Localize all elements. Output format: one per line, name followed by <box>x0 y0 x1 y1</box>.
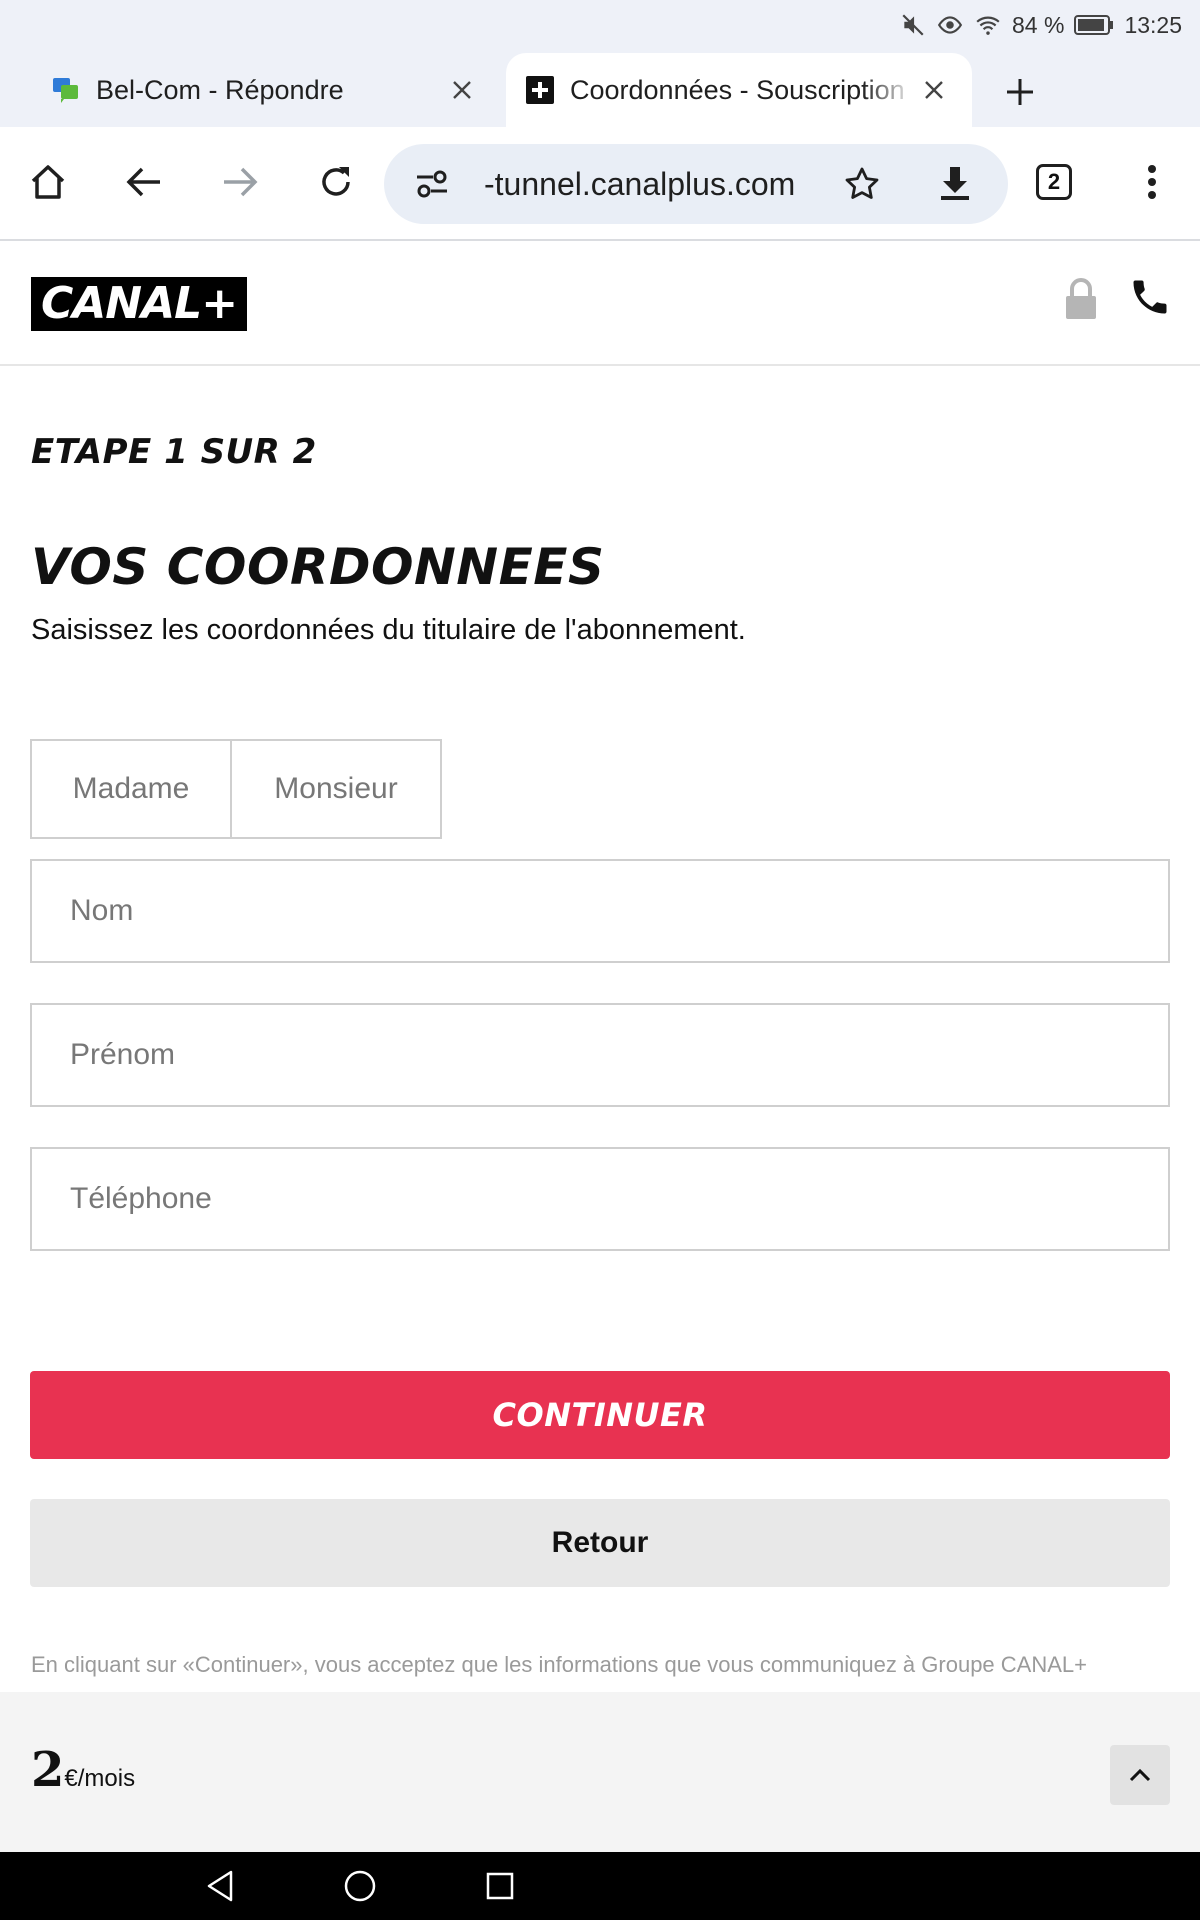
continue-button[interactable]: CONTINUER <box>30 1371 1170 1459</box>
last-name-input[interactable] <box>32 861 1168 961</box>
forward-arrow-icon[interactable] <box>212 154 268 210</box>
canal-favicon-icon <box>526 76 554 104</box>
expand-summary-button[interactable] <box>1110 1745 1170 1805</box>
mute-icon <box>900 12 926 38</box>
download-icon[interactable] <box>932 160 978 206</box>
close-tab-icon[interactable] <box>442 70 482 110</box>
site-settings-icon[interactable] <box>412 164 452 204</box>
civility-option-madame[interactable]: Madame <box>32 741 232 837</box>
back-button[interactable]: Retour <box>30 1499 1170 1587</box>
browser-toolbar: -tunnel.canalplus.com 2 <box>0 127 1200 241</box>
canal-plus-logo[interactable]: CANAL+ <box>31 277 247 331</box>
price-amount: 2 <box>31 1742 65 1798</box>
civility-option-monsieur[interactable]: Monsieur <box>232 741 440 837</box>
chevron-up-icon <box>1129 1768 1151 1782</box>
home-icon[interactable] <box>20 154 76 210</box>
tab-title: Bel-Com - Répondre <box>96 74 344 105</box>
civility-selector: Madame Monsieur <box>30 739 442 839</box>
url-text[interactable]: -tunnel.canalplus.com <box>484 144 814 224</box>
tab-coordonnees[interactable]: Coordonnées - Souscription <box>506 53 972 127</box>
back-arrow-icon[interactable] <box>116 154 172 210</box>
tab-strip: Bel-Com - Répondre Coordonnées - Souscri… <box>0 50 1200 127</box>
last-name-field <box>30 859 1170 963</box>
status-indicators: 84 % 13:25 <box>900 10 1182 40</box>
page-subtitle: Saisissez les coordonnées du titulaire d… <box>31 614 746 646</box>
tab-title: Coordonnées - Souscription <box>570 74 905 105</box>
close-tab-icon[interactable] <box>914 70 954 110</box>
first-name-input[interactable] <box>32 1005 1168 1105</box>
battery-percent: 84 % <box>1012 11 1065 38</box>
nav-home-icon[interactable] <box>340 1866 380 1906</box>
wifi-icon <box>974 12 1002 38</box>
chat-favicon-icon <box>52 76 80 104</box>
first-name-field <box>30 1003 1170 1107</box>
legal-notice: En cliquant sur «Continuer», vous accept… <box>31 1652 1087 1677</box>
price-unit: €/mois <box>64 1765 136 1792</box>
nav-recents-icon[interactable] <box>480 1866 520 1906</box>
price: 2€/mois <box>31 1742 135 1798</box>
eye-icon <box>936 12 964 38</box>
phone-input[interactable] <box>32 1149 1168 1249</box>
system-navigation-bar <box>0 1852 1200 1920</box>
reload-icon[interactable] <box>308 154 364 210</box>
phone-icon[interactable] <box>1128 275 1172 319</box>
phone-field <box>30 1147 1170 1251</box>
clock: 13:25 <box>1124 11 1182 38</box>
address-bar[interactable]: -tunnel.canalplus.com <box>384 144 1008 224</box>
site-header: CANAL+ <box>0 241 1200 366</box>
new-tab-button[interactable] <box>996 68 1044 116</box>
lock-icon <box>1063 277 1099 321</box>
tab-switcher-button[interactable]: 2 <box>1036 164 1072 200</box>
price-summary-bar: 2€/mois <box>0 1692 1200 1852</box>
nav-back-icon[interactable] <box>200 1866 240 1906</box>
status-bar: 84 % 13:25 <box>0 0 1200 50</box>
bookmark-star-icon[interactable] <box>840 162 884 206</box>
step-indicator: ETAPE 1 SUR 2 <box>31 432 317 472</box>
battery-icon <box>1074 14 1114 36</box>
more-menu-icon[interactable] <box>1124 154 1180 210</box>
page-title: VOS COORDONNEES <box>31 538 605 596</box>
tab-bel-com[interactable]: Bel-Com - Répondre <box>0 53 500 127</box>
